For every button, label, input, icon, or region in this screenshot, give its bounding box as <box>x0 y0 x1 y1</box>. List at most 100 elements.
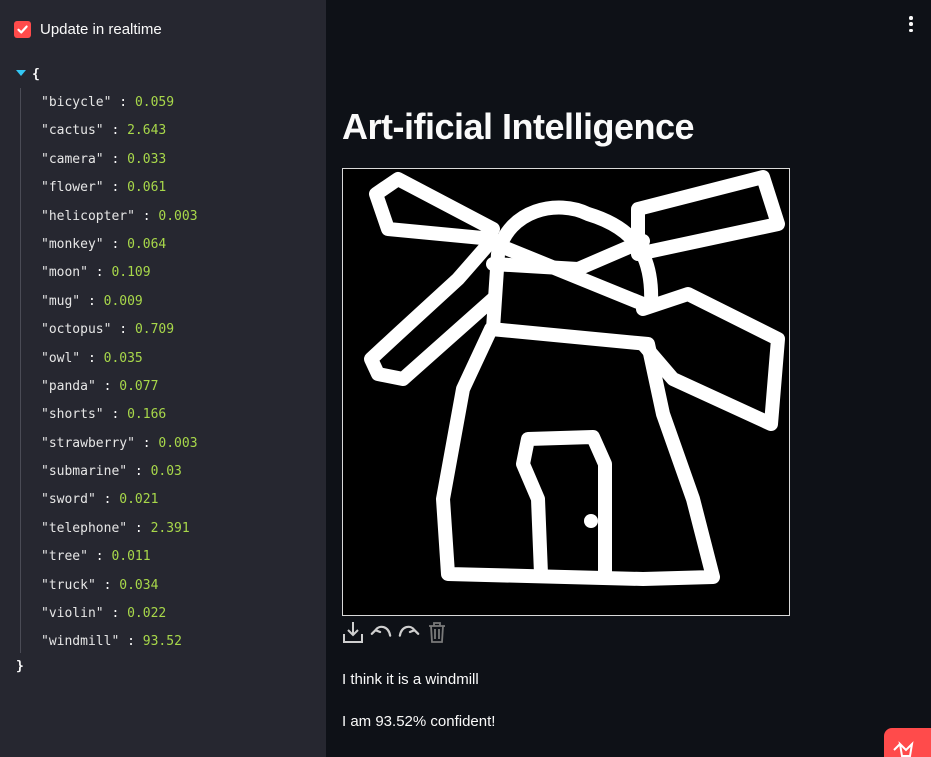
download-icon[interactable] <box>342 620 364 644</box>
prediction-text: I think it is a windmill <box>342 671 479 688</box>
json-colon: : <box>95 577 120 593</box>
json-colon: : <box>127 464 151 480</box>
json-colon: : <box>103 407 128 423</box>
confidence-text: I am 93.52% confident! <box>342 713 496 730</box>
json-colon: : <box>103 151 128 167</box>
json-value: 0.022 <box>127 606 167 622</box>
json-key: "mug" <box>41 293 81 309</box>
collapse-caret-icon[interactable] <box>16 70 26 76</box>
json-key: "sword" <box>41 492 96 508</box>
json-value: 0.003 <box>158 208 198 224</box>
json-value: 0.061 <box>127 180 167 196</box>
json-entry: "telephone" : 2.391 <box>41 519 198 547</box>
json-entry: "helicopter" : 0.003 <box>41 207 198 235</box>
menu-dot <box>909 28 913 32</box>
json-value: 2.391 <box>150 520 190 536</box>
json-key: "bicycle" <box>41 95 112 110</box>
canvas-toolbar <box>342 620 448 644</box>
json-colon: : <box>111 95 135 110</box>
json-key: "monkey" <box>41 236 104 252</box>
json-entry: "flower" : 0.061 <box>41 178 198 206</box>
json-key: "shorts" <box>41 407 104 423</box>
json-colon: : <box>95 378 120 394</box>
json-entry: "mug" : 0.009 <box>41 292 198 320</box>
json-entry: "submarine" : 0.03 <box>41 462 198 490</box>
json-entry: "panda" : 0.077 <box>41 377 198 405</box>
json-close-brace: } <box>16 659 24 674</box>
json-colon: : <box>87 265 112 281</box>
json-entry: "sword" : 0.021 <box>41 490 198 518</box>
json-colon: : <box>103 606 128 622</box>
json-key: "truck" <box>41 577 96 593</box>
json-colon: : <box>134 208 159 224</box>
json-value: 93.52 <box>142 634 182 650</box>
sidebar: Update in realtime { "bicycle" : 0.059 "c… <box>0 0 326 757</box>
undo-icon[interactable] <box>370 620 392 644</box>
json-value: 0.011 <box>111 549 151 565</box>
json-value: 0.033 <box>127 151 167 167</box>
json-colon: : <box>80 350 104 366</box>
json-colon: : <box>119 634 143 650</box>
json-key: "telephone" <box>41 520 128 536</box>
page-title: Art-ificial Intelligence <box>342 106 695 147</box>
json-entry: "moon" : 0.109 <box>41 263 198 291</box>
menu-dot <box>909 22 913 26</box>
json-entry: "shorts" : 0.166 <box>41 405 198 433</box>
windmill-drawing <box>364 170 785 586</box>
json-colon: : <box>103 180 128 196</box>
json-entry: "tree" : 0.011 <box>41 547 198 575</box>
json-key: "octopus" <box>41 322 112 338</box>
json-colon: : <box>127 520 151 536</box>
json-key: "moon" <box>41 265 88 281</box>
json-value: 0.709 <box>134 322 175 338</box>
json-key: "helicopter" <box>41 208 135 224</box>
json-value: 0.021 <box>119 492 159 508</box>
json-key: "strawberry" <box>41 435 135 451</box>
json-key: "cactus" <box>41 123 104 139</box>
realtime-checkbox-label: Update in realtime <box>40 21 162 38</box>
json-key: "camera" <box>41 151 104 167</box>
json-key: "violin" <box>41 606 104 622</box>
json-value: 0.035 <box>103 350 143 366</box>
checkbox-checked-icon[interactable] <box>14 21 31 38</box>
json-entry: "owl" : 0.035 <box>41 349 198 377</box>
json-key: "owl" <box>41 350 81 366</box>
json-colon: : <box>134 435 159 451</box>
json-entry: "windmill" : 93.52 <box>41 632 198 660</box>
json-indent-guide <box>20 88 21 653</box>
json-entry: "octopus" : 0.709 <box>41 320 198 348</box>
json-key: "flower" <box>41 180 104 196</box>
json-colon: : <box>111 322 135 338</box>
json-key: "windmill" <box>41 634 120 650</box>
json-colon: : <box>80 293 104 309</box>
json-colon: : <box>103 123 128 139</box>
json-entry: "strawberry" : 0.003 <box>41 434 198 462</box>
json-colon: : <box>103 236 128 252</box>
drawing-canvas[interactable] <box>342 168 790 616</box>
json-value: 0.034 <box>119 577 159 593</box>
json-value: 0.109 <box>111 265 151 281</box>
json-value: 0.003 <box>158 435 198 451</box>
menu-dot <box>909 16 913 20</box>
main-menu-icon[interactable] <box>903 14 919 34</box>
streamlit-badge[interactable] <box>884 728 931 757</box>
json-entries: "bicycle" : 0.059 "cactus" : 2.643 "camera… <box>41 93 198 661</box>
json-entry: "bicycle" : 0.059 <box>41 93 198 121</box>
json-entry: "cactus" : 2.643 <box>41 121 198 149</box>
redo-icon[interactable] <box>398 620 420 644</box>
json-value: 0.03 <box>150 464 182 480</box>
realtime-checkbox[interactable]: Update in realtime <box>14 21 162 38</box>
json-value: 0.166 <box>127 407 167 423</box>
json-value: 0.059 <box>134 95 175 110</box>
json-key: "submarine" <box>41 464 128 480</box>
json-colon: : <box>87 549 112 565</box>
json-open-brace: { <box>32 67 40 82</box>
json-value: 0.009 <box>103 293 143 309</box>
json-key: "panda" <box>41 378 96 394</box>
json-entry: "violin" : 0.022 <box>41 604 198 632</box>
json-entry: "monkey" : 0.064 <box>41 235 198 263</box>
json-value: 0.064 <box>127 236 167 252</box>
json-colon: : <box>95 492 120 508</box>
json-entry: "camera" : 0.033 <box>41 150 198 178</box>
trash-icon[interactable] <box>426 620 448 644</box>
